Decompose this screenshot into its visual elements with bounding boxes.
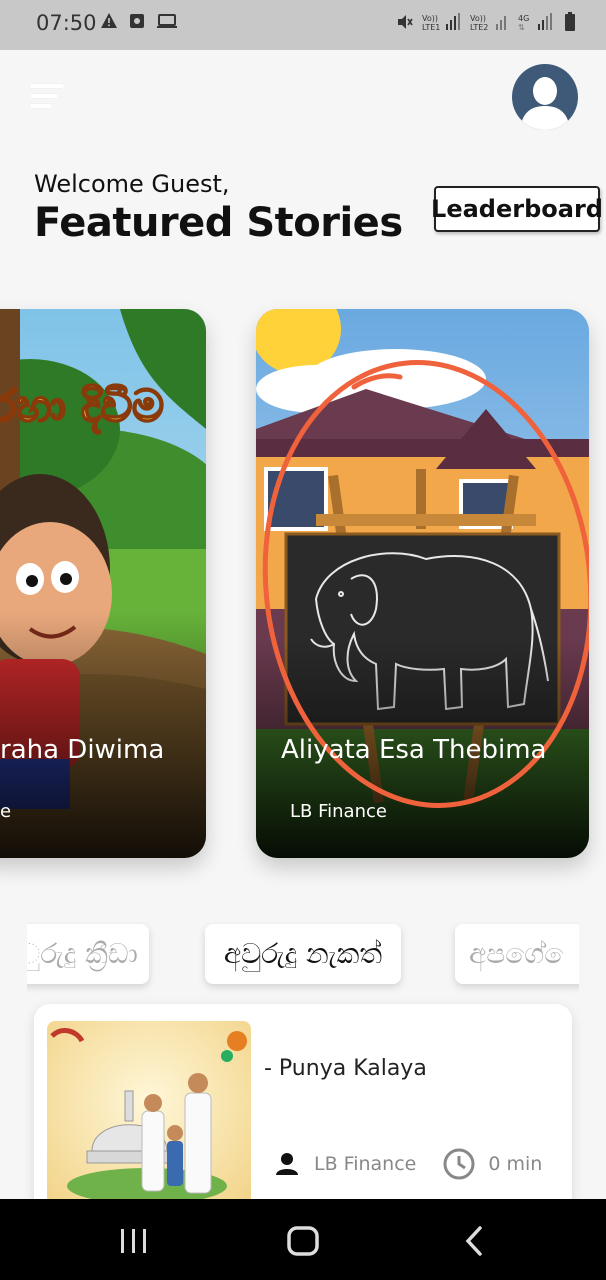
card-art-title: රහා දිවීම — [0, 381, 164, 434]
laptop-icon — [157, 14, 177, 28]
status-notification-icons — [100, 12, 178, 30]
category-chip[interactable]: ුරුදු ක්‍රීඩා — [27, 924, 149, 984]
svg-text:LTE2: LTE2 — [470, 23, 488, 32]
story-thumbnail — [47, 1021, 251, 1221]
category-chip[interactable]: අපගේ ෙ — [455, 924, 579, 984]
story-duration: 0 min — [488, 1153, 543, 1175]
story-card-title: Aliyata Esa Thebima — [281, 735, 547, 765]
back-icon[interactable] — [462, 1225, 486, 1257]
recent-apps-icon[interactable] — [118, 1227, 150, 1255]
menu-icon[interactable] — [30, 84, 64, 110]
svg-text:Vo)): Vo)) — [470, 14, 486, 23]
svg-text:4G: 4G — [518, 14, 529, 23]
page-title: Featured Stories — [34, 200, 403, 246]
home-icon[interactable] — [286, 1225, 320, 1257]
story-card-author: e — [0, 801, 12, 822]
story-card-author: LB Finance — [290, 801, 387, 822]
category-chip[interactable]: අවුරුදු නැකත් — [205, 924, 401, 984]
story-author: LB Finance — [314, 1153, 417, 1175]
story-thumbnail-illustration — [47, 1021, 251, 1221]
signal-lte2-icon: Vo))LTE2 — [470, 14, 506, 32]
story-card-title: raha Diwima — [0, 735, 165, 765]
user-silhouette-icon — [520, 77, 570, 130]
status-bar: 07:50 Vo)) LTE1 Vo)) LTE2 4G ⇅ — [0, 0, 606, 50]
signal-4g-icon: 4G⇅ — [518, 13, 552, 32]
status-system-icons: Vo)) LTE1 Vo)) LTE2 4G ⇅ — [396, 12, 576, 32]
clock-icon — [443, 1148, 475, 1180]
story-meta: LB Finance 0 min — [274, 1147, 542, 1181]
system-nav-bar — [0, 1199, 606, 1280]
media-icon — [130, 14, 144, 28]
svg-text:⇅: ⇅ — [518, 23, 525, 32]
story-card[interactable]: රහා දිවීම raha Diwima e — [0, 309, 206, 858]
story-card-illustration — [256, 309, 589, 858]
welcome-text: Welcome Guest, — [34, 170, 230, 198]
avatar[interactable] — [512, 64, 578, 130]
svg-text:LTE1: LTE1 — [422, 23, 440, 32]
story-title: - Punya Kalaya — [264, 1056, 427, 1081]
category-chips: ුරුදු ක්‍රීඩා අවුරුදු නැකත් අපගේ ෙ — [27, 922, 579, 996]
leaderboard-button[interactable]: Leaderboard — [431, 186, 603, 232]
svg-text:Vo)): Vo)) — [422, 14, 438, 23]
signal-lte1-icon: Vo))LTE1 — [422, 13, 460, 32]
story-card-illustration: රහා දිවීම — [0, 309, 206, 858]
battery-icon — [565, 12, 575, 31]
story-card[interactable]: Aliyata Esa Thebima LB Finance — [256, 309, 589, 858]
status-time: 07:50 — [36, 11, 97, 35]
person-icon — [276, 1153, 298, 1175]
warning-icon — [101, 13, 117, 28]
mute-icon — [398, 15, 413, 29]
